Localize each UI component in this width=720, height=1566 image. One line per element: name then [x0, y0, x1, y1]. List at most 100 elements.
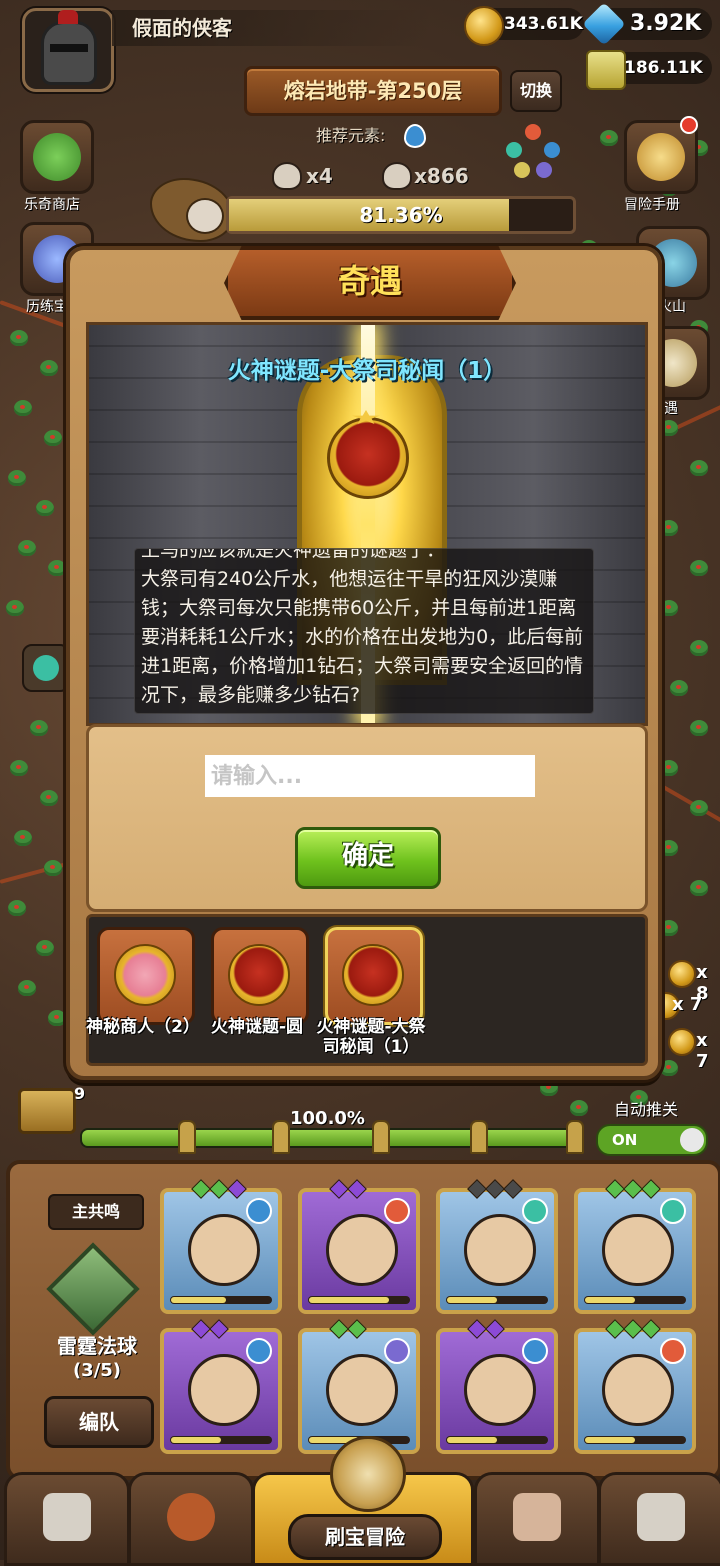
auto-push-toggle[interactable]: ON	[596, 1124, 708, 1156]
boss-skull-icon	[186, 198, 224, 234]
goblin-enemy	[690, 800, 708, 816]
hero-knight-card[interactable]	[574, 1188, 696, 1314]
nav-shop[interactable]	[4, 1472, 130, 1566]
hero-star-gems	[467, 1319, 505, 1339]
star-gem	[191, 1319, 211, 1339]
switch-stage-button[interactable]: 切换	[510, 70, 562, 112]
goblin-enemy	[36, 500, 54, 516]
tab-mysterious-merchant[interactable]	[97, 927, 195, 1025]
thunder-orb-icon[interactable]	[46, 1242, 140, 1336]
wind-swirl-icon	[33, 655, 59, 681]
key-icon	[178, 1120, 196, 1154]
star-gem	[605, 1319, 625, 1339]
goblin-enemy	[660, 760, 678, 776]
lucky-shop-button[interactable]	[20, 120, 94, 194]
gem-value: 3.92K	[630, 11, 702, 36]
goblin-enemy	[40, 790, 58, 806]
dialog-title-banner: 奇遇	[224, 246, 516, 320]
hero-portrait	[464, 1214, 536, 1286]
key-icon	[372, 1120, 390, 1154]
treasure-chest-icon[interactable]	[18, 1088, 76, 1134]
star-gem	[485, 1319, 505, 1339]
event-scene-title: 火神谜题-大祭司秘闻（1）	[227, 358, 507, 384]
nav-adventure-label[interactable]: 刷宝冒险	[288, 1514, 442, 1560]
star-gem	[605, 1179, 625, 1199]
hero-star-gems	[329, 1179, 367, 1199]
wind-element-button[interactable]	[22, 644, 70, 692]
hero-star-gems	[605, 1319, 661, 1339]
nav-forge[interactable]	[598, 1472, 720, 1566]
hero-pirate-card[interactable]	[574, 1328, 696, 1454]
goblin-enemy	[660, 420, 678, 436]
star-gem	[503, 1179, 523, 1199]
coin-icon	[668, 1028, 696, 1056]
auto-push-label: 自动推关	[614, 1100, 679, 1119]
recommend-element-label: 推荐元素:	[316, 126, 386, 145]
goblin-enemy	[600, 130, 618, 146]
backpack-icon	[513, 1493, 561, 1541]
wave-progress-fill	[82, 1130, 582, 1146]
wind-element-icon	[660, 1198, 686, 1224]
tab-fire-god-puzzle-circle[interactable]	[211, 927, 309, 1025]
goblin-enemy	[10, 330, 28, 346]
hero-portrait	[326, 1354, 398, 1426]
formation-button[interactable]: 编队	[44, 1396, 154, 1448]
player-avatar[interactable]	[22, 8, 114, 92]
hero-portrait	[464, 1354, 536, 1426]
gem-counter[interactable]: 3.92K	[582, 2, 712, 46]
wave-progress-bar	[80, 1128, 584, 1148]
hero-star-gems	[605, 1179, 661, 1199]
water-element-icon	[404, 124, 426, 148]
story-text-clipped: 上马的应该就是火神遗留的谜题了：	[141, 548, 446, 561]
coin-counter[interactable]: 343.61K	[464, 6, 584, 46]
hero-hood-blue-card[interactable]	[160, 1188, 282, 1314]
coin-value: 343.61K	[504, 14, 583, 34]
main-resonance-label[interactable]: 主共鸣	[48, 1194, 144, 1230]
elite-count: x4	[306, 164, 333, 188]
story-text-box[interactable]: 上马的应该就是火神遗留的谜题了： 大祭司有240公斤水，他想运往干旱的狂风沙漠赚…	[134, 548, 594, 714]
confirm-label: 确定	[341, 841, 394, 871]
fire-element-icon	[660, 1338, 686, 1364]
goblin-enemy	[48, 560, 66, 576]
confirm-button[interactable]: 确定	[295, 827, 441, 889]
story-text: 大祭司有240公斤水，他想运往干旱的狂风沙漠赚钱；大祭司每次只能携带60公斤，并…	[141, 568, 584, 706]
answer-panel: 确定	[86, 724, 648, 912]
team-panel: 主共鸣 雷霆法球 (3/5) 编队	[6, 1160, 720, 1480]
dark-element-icon	[384, 1338, 410, 1364]
toggle-knob	[680, 1128, 704, 1152]
goblin-enemy	[8, 900, 26, 916]
goblin-enemy	[10, 760, 28, 776]
nav-heroes[interactable]	[128, 1472, 254, 1566]
hero-skull-hood-card[interactable]	[298, 1328, 420, 1454]
element-wheel-icon[interactable]	[506, 124, 560, 178]
goblin-enemy	[660, 840, 678, 856]
tab-fire-god-puzzle-priest[interactable]	[325, 927, 423, 1025]
adventure-handbook-label: 冒险手册	[624, 197, 680, 213]
fire-god-emblem-icon	[327, 417, 409, 499]
goblin-enemy	[44, 430, 62, 446]
potion-counter[interactable]: 186.11K	[586, 50, 712, 90]
star-gem	[467, 1179, 487, 1199]
stage-progress-text: 81.36%	[359, 203, 443, 227]
key-icon	[470, 1120, 488, 1154]
goblin-enemy	[690, 640, 708, 656]
goblin-enemy	[18, 540, 36, 556]
tab-label: 神秘商人（2）	[86, 1017, 200, 1037]
hero-portrait	[188, 1214, 260, 1286]
goblin-enemy	[690, 720, 708, 736]
toggle-state: ON	[612, 1131, 638, 1149]
hero-hp-bar	[170, 1296, 272, 1304]
nav-backpack[interactable]	[474, 1472, 600, 1566]
goblin-enemy	[14, 400, 32, 416]
goblin-enemy	[18, 980, 36, 996]
water-element-icon	[522, 1338, 548, 1364]
hero-portrait	[602, 1214, 674, 1286]
answer-input[interactable]	[205, 755, 535, 797]
hero-girl-bun-card[interactable]	[160, 1328, 282, 1454]
hero-grey-hair-card[interactable]	[436, 1188, 558, 1314]
goblin-enemy	[540, 1080, 558, 1096]
hero-flower-girl-card[interactable]	[436, 1328, 558, 1454]
hero-demon-card[interactable]	[298, 1188, 420, 1314]
star-gem	[347, 1319, 367, 1339]
diamond-icon	[582, 2, 626, 46]
